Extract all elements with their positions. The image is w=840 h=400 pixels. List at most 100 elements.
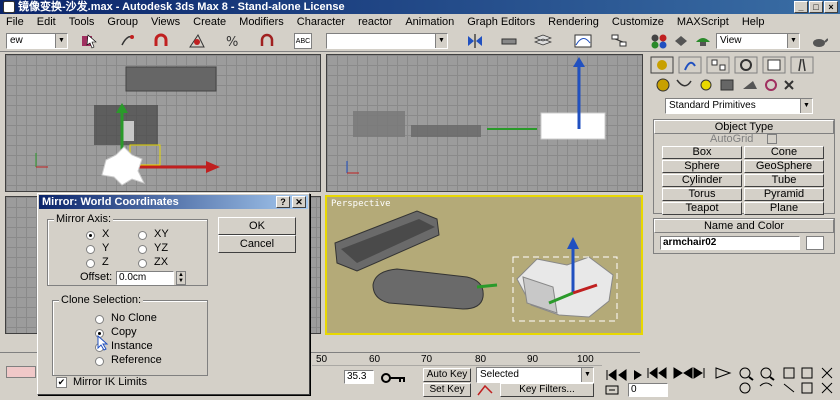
axis-yz-radio[interactable] (138, 245, 147, 254)
object-type-header[interactable]: Object Type (654, 120, 834, 134)
close-dialog-button[interactable]: ✕ (292, 196, 306, 208)
current-frame-field[interactable]: 0 (628, 383, 668, 397)
mirror-ik-checkbox[interactable]: ✔ (56, 377, 67, 388)
time-config-icon[interactable] (712, 366, 732, 380)
menu-animation[interactable]: Animation (405, 16, 454, 28)
app-icon[interactable] (3, 1, 15, 13)
mirror-axis-label: Mirror Axis: (54, 213, 113, 225)
schematic-view-icon[interactable] (610, 33, 628, 49)
no-clone-radio[interactable] (95, 315, 104, 324)
listener-pink-box[interactable] (6, 366, 36, 378)
align-icon[interactable] (500, 33, 518, 49)
name-color-header[interactable]: Name and Color (654, 219, 834, 233)
selection-filter-value: ew (10, 35, 23, 46)
menu-file[interactable]: File (6, 16, 24, 28)
layer-manager-icon[interactable] (534, 33, 552, 49)
key-mode-toggle-icon[interactable] (604, 383, 622, 397)
object-name-field[interactable]: armchair02 (660, 236, 800, 250)
menu-rendering[interactable]: Rendering (548, 16, 599, 28)
edit-named-selection-icon[interactable]: ABC (294, 33, 312, 49)
offset-label: Offset: (80, 271, 113, 283)
viewport-top[interactable] (5, 54, 321, 192)
menu-tools[interactable]: Tools (69, 16, 95, 28)
percent-snap-icon[interactable]: % (224, 33, 242, 49)
maximize-button[interactable]: □ (809, 1, 823, 13)
axis-x-radio[interactable] (86, 231, 95, 240)
key-icon[interactable] (380, 370, 408, 386)
offset-input[interactable]: 0.0cm (116, 271, 174, 285)
cone-button[interactable]: Cone (744, 146, 824, 159)
name-color-title: Name and Color (703, 220, 785, 232)
pyramid-button[interactable]: Pyramid (744, 188, 824, 201)
named-selection-dropdown[interactable]: ▼ (326, 33, 448, 49)
help-button[interactable]: ? (276, 196, 290, 208)
viewport-navigation-icons[interactable] (736, 366, 840, 396)
menu-customize[interactable]: Customize (612, 16, 664, 28)
axis-z-radio[interactable] (86, 259, 95, 268)
menu-maxscript[interactable]: MAXScript (677, 16, 729, 28)
teapot-button[interactable]: Teapot (662, 202, 742, 215)
menu-graph-editors[interactable]: Graph Editors (467, 16, 535, 28)
menu-edit[interactable]: Edit (37, 16, 56, 28)
object-color-swatch[interactable] (806, 236, 824, 250)
tube-button[interactable]: Tube (744, 174, 824, 187)
clone-selection-label: Clone Selection: (59, 294, 144, 306)
offset-spinner[interactable]: ▲ ▼ (176, 271, 186, 285)
menu-views[interactable]: Views (151, 16, 180, 28)
select-object-icon[interactable] (80, 33, 98, 49)
viewport-perspective[interactable]: Perspective (325, 195, 643, 335)
menu-create[interactable]: Create (193, 16, 226, 28)
geosphere-button[interactable]: GeoSphere (744, 160, 824, 173)
plane-button[interactable]: Plane (744, 202, 824, 215)
primitive-category-dropdown[interactable]: Standard Primitives ▼ (665, 98, 813, 114)
auto-key-button[interactable]: Auto Key (423, 368, 471, 382)
close-window-button[interactable]: × (824, 1, 838, 13)
menu-modifiers[interactable]: Modifiers (239, 16, 284, 28)
default-tangent-icon[interactable] (476, 383, 494, 397)
curve-editor-icon[interactable] (574, 33, 592, 49)
mirror-icon[interactable] (466, 33, 484, 49)
abc-label: ABC (295, 38, 311, 45)
axis-zx-radio[interactable] (138, 259, 147, 268)
render-type-dropdown[interactable]: View ▼ (716, 33, 800, 49)
magnet-icon[interactable] (152, 33, 170, 49)
minimize-button[interactable]: _ (794, 1, 808, 13)
spinner-snap-icon[interactable] (258, 33, 276, 49)
axis-y-radio[interactable] (86, 245, 95, 254)
menu-reactor[interactable]: reactor (358, 16, 392, 28)
menu-bar: File Edit Tools Group Views Create Modif… (0, 14, 840, 30)
link-icon[interactable] (118, 33, 136, 49)
torus-button[interactable]: Torus (662, 188, 742, 201)
cylinder-button[interactable]: Cylinder (662, 174, 742, 187)
quick-render-icon[interactable] (694, 33, 712, 49)
playback-buttons-icon[interactable] (646, 366, 706, 380)
autogrid-checkbox[interactable] (767, 134, 777, 144)
instance-label: Instance (111, 340, 153, 352)
selection-filter-dropdown[interactable]: ew ▼ (6, 33, 68, 49)
box-button[interactable]: Box (662, 146, 742, 159)
playback-controls-icon[interactable] (604, 368, 644, 382)
key-mode-dropdown[interactable]: Selected ▼ (476, 367, 594, 383)
viewport-front[interactable] (326, 54, 643, 192)
teapot-render-icon[interactable] (810, 33, 828, 49)
key-filters-button[interactable]: Key Filters... (500, 383, 594, 397)
reference-radio[interactable] (95, 357, 104, 366)
menu-group[interactable]: Group (107, 16, 138, 28)
cancel-button[interactable]: Cancel (218, 235, 296, 253)
set-key-button[interactable]: Set Key (423, 383, 471, 397)
angle-snap-icon[interactable] (188, 33, 206, 49)
menu-help[interactable]: Help (742, 16, 765, 28)
menu-character[interactable]: Character (297, 16, 345, 28)
mirror-dialog: Mirror: World Coordinates ? ✕ Mirror Axi… (37, 193, 310, 395)
ok-button[interactable]: OK (218, 217, 296, 235)
coordinate-field[interactable]: 35.3 (344, 370, 374, 384)
mirror-axis-group: Mirror Axis: X Y Z XY YZ ZX Offset: 0.0c… (47, 213, 208, 286)
tick-70: 70 (421, 354, 433, 365)
name-color-rollout: Name and Color armchair02 (653, 218, 835, 254)
axis-xy-radio[interactable] (138, 231, 147, 240)
render-scene-icon[interactable] (672, 33, 690, 49)
material-editor-icon[interactable] (650, 33, 668, 49)
sphere-button[interactable]: Sphere (662, 160, 742, 173)
axis-yz-label: YZ (154, 242, 169, 254)
command-panel: Standard Primitives ▼ Object Type AutoGri… (647, 52, 840, 352)
